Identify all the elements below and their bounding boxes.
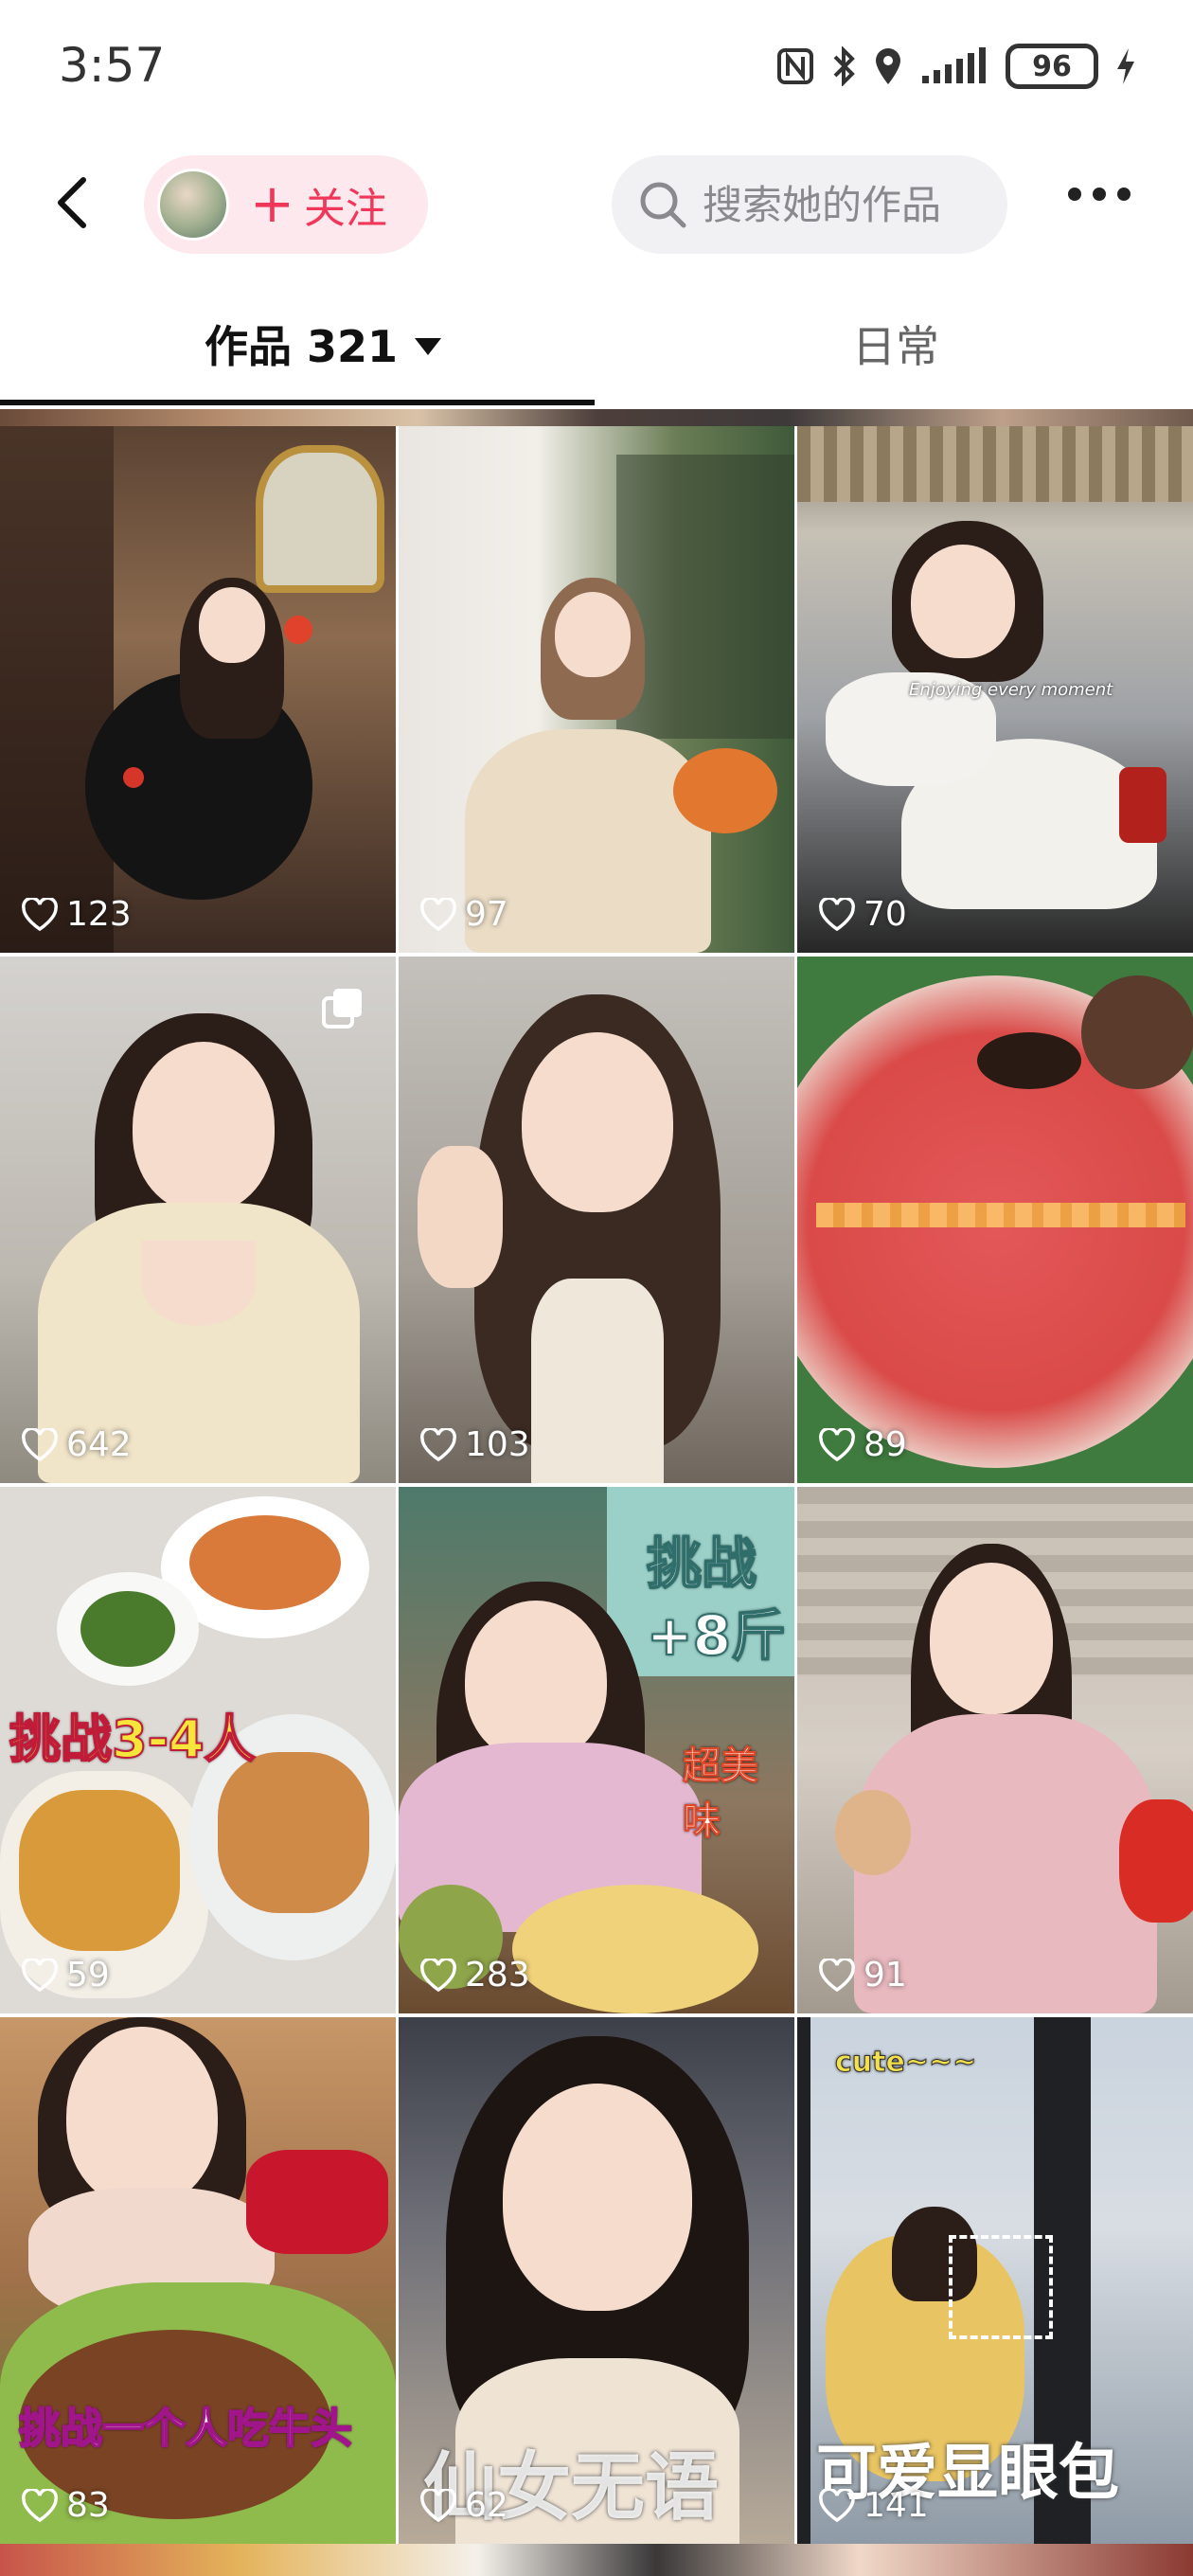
video-caption: 挑战3-4人	[9, 1708, 257, 1770]
grid-item-12[interactable]: cute~~~ 可爱显眼包 141	[797, 2017, 1193, 2544]
works-grid: 123 97 Enjoying every moment 70 642 103 …	[0, 409, 1193, 2576]
battery-icon: 96	[1006, 44, 1098, 89]
like-count: 97	[419, 895, 508, 934]
heart-icon	[22, 2488, 58, 2522]
grid-item-4[interactable]: 642	[0, 957, 396, 1483]
follow-button[interactable]: + 关注	[144, 155, 428, 254]
like-count: 91	[818, 1956, 907, 1995]
heart-icon	[420, 897, 456, 931]
tab-indicator	[0, 400, 595, 405]
tab-works-label: 作品 321	[205, 321, 399, 372]
grid-item-5[interactable]: 103	[399, 957, 794, 1483]
previous-row-strip	[0, 409, 1193, 426]
heart-icon	[420, 1427, 456, 1461]
nfc-icon	[776, 47, 814, 85]
video-caption-2: +8斤	[646, 1602, 787, 1669]
heart-icon	[22, 1427, 58, 1461]
avatar[interactable]	[157, 169, 229, 241]
next-row-strip	[0, 2544, 1193, 2576]
like-count: 89	[818, 1425, 907, 1464]
grid-item-1[interactable]: 123	[0, 426, 396, 953]
profile-tabs: 作品 321 日常	[0, 275, 1193, 407]
battery-level: 96	[1006, 44, 1098, 89]
like-count: 62	[419, 2486, 508, 2525]
location-icon	[873, 46, 903, 86]
grid-item-7[interactable]: 挑战3-4人 59	[0, 1487, 396, 2013]
like-count: 283	[419, 1956, 530, 1995]
signal-icon	[920, 47, 988, 85]
video-caption-small: cute~~~	[834, 2046, 977, 2080]
status-icons: 96	[776, 44, 1136, 89]
heart-icon	[819, 1958, 855, 1992]
caret-down-icon[interactable]	[415, 338, 442, 355]
heart-icon	[819, 2488, 855, 2522]
back-arrow-icon[interactable]	[47, 174, 104, 231]
grid-item-6[interactable]: 89	[797, 957, 1193, 1483]
tab-works[interactable]: 作品 321	[205, 313, 442, 375]
search-icon	[640, 182, 686, 228]
tab-daily-label: 日常	[852, 321, 939, 372]
heart-icon	[420, 1958, 456, 1992]
search-input[interactable]	[703, 181, 987, 228]
like-count: 83	[21, 2486, 110, 2525]
like-count: 103	[419, 1425, 530, 1464]
grid-item-8[interactable]: 挑战 +8斤 超美味 283	[399, 1487, 794, 2013]
plus-icon: +	[250, 173, 294, 235]
grid-item-11[interactable]: 仙女无语 62	[399, 2017, 794, 2544]
grid-item-9[interactable]: 91	[797, 1487, 1193, 2013]
bluetooth-icon	[831, 46, 856, 86]
search-bar[interactable]	[612, 155, 1007, 254]
heart-icon	[819, 1427, 855, 1461]
charging-icon	[1115, 46, 1136, 86]
like-count: 141	[818, 2486, 929, 2525]
video-caption: 挑战	[646, 1530, 757, 1597]
like-count: 123	[21, 895, 132, 934]
heart-icon	[819, 897, 855, 931]
grid-item-2[interactable]: 97	[399, 426, 794, 953]
heart-icon	[22, 897, 58, 931]
status-bar: 3:57 96	[0, 0, 1193, 142]
video-caption: Enjoying every moment	[909, 680, 1113, 700]
heart-icon	[22, 1958, 58, 1992]
grid-item-3[interactable]: Enjoying every moment 70	[797, 426, 1193, 953]
like-count: 59	[21, 1956, 110, 1995]
multi-image-icon	[320, 985, 367, 1032]
video-caption-3: 超美味	[683, 1744, 759, 1844]
follow-label: 关注	[303, 185, 387, 233]
like-count: 642	[21, 1425, 132, 1464]
tab-daily[interactable]: 日常	[852, 313, 939, 375]
top-nav: + 关注	[0, 142, 1193, 265]
grid-item-10[interactable]: 挑战一个人吃牛头 83	[0, 2017, 396, 2544]
more-dots-icon[interactable]	[1068, 188, 1131, 201]
like-count: 70	[818, 895, 907, 934]
heart-icon	[420, 2488, 456, 2522]
status-time: 3:57	[59, 38, 166, 93]
video-caption: 挑战一个人吃牛头	[18, 2404, 353, 2454]
